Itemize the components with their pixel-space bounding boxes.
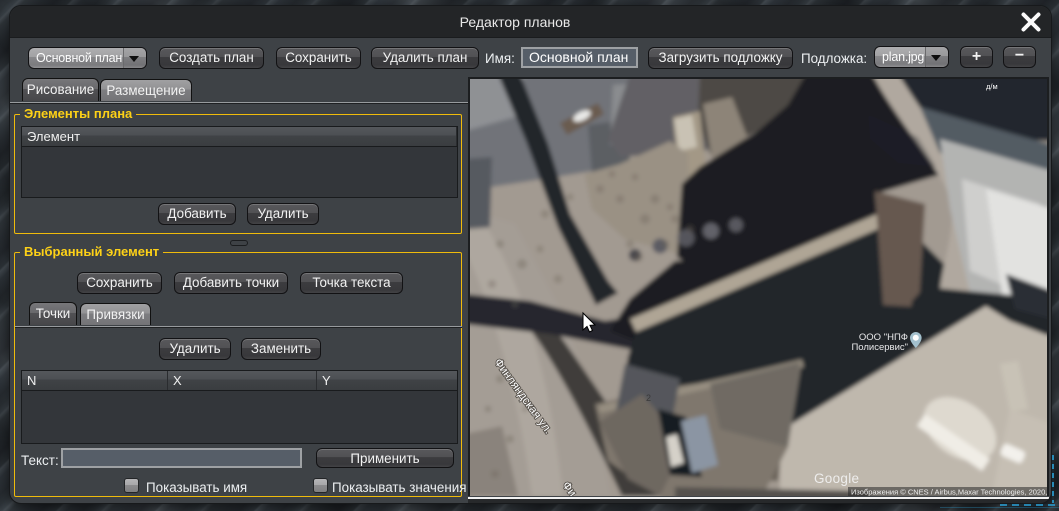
svg-text:Изображения © CNES / Airbus,Ma: Изображения © CNES / Airbus,Maxar Techno… [851, 488, 1047, 497]
svg-text:Полисервис": Полисервис" [851, 342, 908, 353]
svg-text:Google: Google [814, 471, 859, 486]
svg-text:2: 2 [646, 393, 651, 403]
svg-text:д/м: д/м [986, 82, 998, 91]
